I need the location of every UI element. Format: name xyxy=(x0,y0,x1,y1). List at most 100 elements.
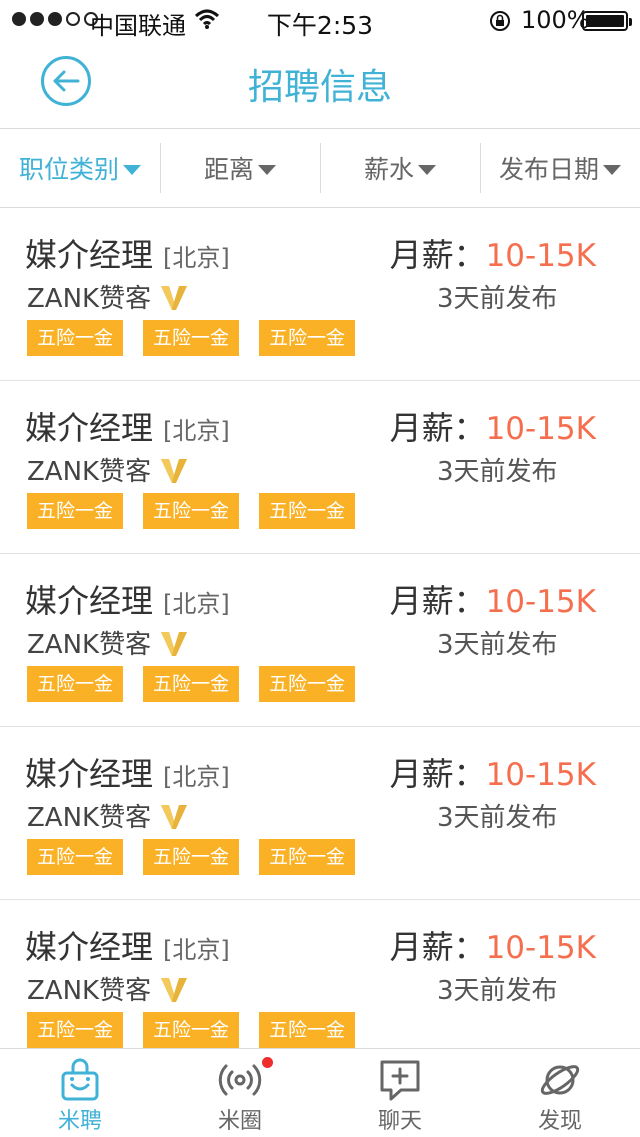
job-card[interactable]: 媒介经理 [北京] ZANK赞客 月薪：10-15K 3天前发布 五险一金 五险一… xyxy=(0,208,640,381)
posted-time: 3天前发布 xyxy=(437,630,558,660)
filter-label: 薪水 xyxy=(363,155,414,184)
tab-bar: 米聘 米圈 聊天 发现 xyxy=(0,1048,640,1137)
company-name: ZANK赞客 xyxy=(27,803,152,833)
salary-value: 10-15K xyxy=(485,238,596,274)
salary-label: 月薪： xyxy=(389,409,486,447)
salary-value: 10-15K xyxy=(485,411,596,447)
benefit-tags: 五险一金 五险一金 五险一金 xyxy=(27,493,356,529)
job-title: 媒介经理 xyxy=(25,755,154,793)
status-bar: 中国联通 下午2:53 100% xyxy=(0,0,640,40)
benefit-tag: 五险一金 xyxy=(259,320,356,356)
bag-icon xyxy=(61,1058,99,1101)
job-city: [北京] xyxy=(163,244,230,272)
benefit-tag: 五险一金 xyxy=(143,1012,240,1048)
job-card[interactable]: 媒介经理 [北京] ZANK赞客 月薪：10-15K 3天前发布 五险一金 五险一… xyxy=(0,727,640,900)
notification-dot xyxy=(262,1057,273,1068)
caret-down-icon xyxy=(123,164,141,175)
job-list[interactable]: 媒介经理 [北京] ZANK赞客 月薪：10-15K 3天前发布 五险一金 五险一… xyxy=(0,208,640,1048)
company-row: ZANK赞客 xyxy=(27,797,189,834)
tab-label: 米聘 xyxy=(57,1109,102,1134)
job-title-row: 媒介经理 [北京] xyxy=(25,403,230,449)
job-title-row: 媒介经理 [北京] xyxy=(25,230,230,276)
filter-label: 发布日期 xyxy=(498,155,599,184)
company-name: ZANK赞客 xyxy=(27,457,152,487)
broadcast-icon xyxy=(218,1064,262,1096)
salary-value: 10-15K xyxy=(485,757,596,793)
tab-label: 聊天 xyxy=(377,1109,422,1134)
tab-chat[interactable]: 聊天 xyxy=(320,1049,480,1137)
job-city: [北京] xyxy=(163,936,230,964)
nav-header: 招聘信息 xyxy=(0,40,640,129)
tab-mipin[interactable]: 米聘 xyxy=(0,1049,160,1137)
job-city: [北京] xyxy=(163,590,230,618)
salary-value: 10-15K xyxy=(485,584,596,620)
tab-label: 发现 xyxy=(537,1109,582,1134)
benefit-tag: 五险一金 xyxy=(259,493,356,529)
company-name: ZANK赞客 xyxy=(27,976,152,1006)
filter-bar: 职位类别 距离 薪水 发布日期 xyxy=(0,129,640,208)
salary-row: 月薪：10-15K xyxy=(390,403,596,449)
benefit-tags: 五险一金 五险一金 五险一金 xyxy=(27,666,356,702)
battery-percentage: 100% xyxy=(521,6,590,34)
verified-v-icon xyxy=(161,631,188,656)
company-name: ZANK赞客 xyxy=(27,284,152,314)
benefit-tag: 五险一金 xyxy=(143,839,240,875)
benefit-tag: 五险一金 xyxy=(143,320,240,356)
salary-label: 月薪： xyxy=(389,928,486,966)
job-title: 媒介经理 xyxy=(25,236,154,274)
job-city: [北京] xyxy=(163,417,230,445)
posted-time: 3天前发布 xyxy=(437,803,558,833)
benefit-tag: 五险一金 xyxy=(27,320,124,356)
company-row: ZANK赞客 xyxy=(27,624,189,661)
posted-time: 3天前发布 xyxy=(437,457,558,487)
benefit-tag: 五险一金 xyxy=(143,666,240,702)
caret-down-icon xyxy=(603,164,621,175)
filter-label: 距离 xyxy=(203,155,254,184)
benefit-tags: 五险一金 五险一金 五险一金 xyxy=(27,1012,356,1048)
job-card[interactable]: 媒介经理 [北京] ZANK赞客 月薪：10-15K 3天前发布 五险一金 五险一… xyxy=(0,900,640,1048)
salary-label: 月薪： xyxy=(389,582,486,620)
chat-plus-icon xyxy=(380,1060,420,1101)
job-card[interactable]: 媒介经理 [北京] ZANK赞客 月薪：10-15K 3天前发布 五险一金 五险一… xyxy=(0,554,640,727)
posted-time: 3天前发布 xyxy=(437,976,558,1006)
salary-value: 10-15K xyxy=(485,930,596,966)
filter-job-category[interactable]: 职位类别 xyxy=(0,129,160,207)
company-row: ZANK赞客 xyxy=(27,970,189,1007)
benefit-tags: 五险一金 五险一金 五险一金 xyxy=(27,839,356,875)
rotation-lock-icon xyxy=(490,11,510,31)
verified-v-icon xyxy=(161,804,188,829)
salary-row: 月薪：10-15K xyxy=(390,922,596,968)
job-title: 媒介经理 xyxy=(25,928,154,966)
verified-v-icon xyxy=(161,458,188,483)
benefit-tag: 五险一金 xyxy=(27,1012,124,1048)
filter-label: 职位类别 xyxy=(18,155,119,184)
job-title: 媒介经理 xyxy=(25,409,154,447)
benefit-tag: 五险一金 xyxy=(143,493,240,529)
benefit-tag: 五险一金 xyxy=(259,839,356,875)
filter-salary[interactable]: 薪水 xyxy=(320,129,480,207)
salary-row: 月薪：10-15K xyxy=(390,576,596,622)
benefit-tags: 五险一金 五险一金 五险一金 xyxy=(27,320,356,356)
verified-v-icon xyxy=(161,977,188,1002)
filter-publish-date[interactable]: 发布日期 xyxy=(480,129,640,207)
salary-label: 月薪： xyxy=(389,755,486,793)
benefit-tag: 五险一金 xyxy=(259,666,356,702)
tab-discover[interactable]: 发现 xyxy=(480,1049,640,1137)
verified-v-icon xyxy=(161,285,188,310)
salary-row: 月薪：10-15K xyxy=(390,749,596,795)
tab-miquan[interactable]: 米圈 xyxy=(160,1049,320,1137)
tab-label: 米圈 xyxy=(217,1109,262,1134)
salary-row: 月薪：10-15K xyxy=(390,230,596,276)
filter-distance[interactable]: 距离 xyxy=(160,129,320,207)
battery-icon xyxy=(582,11,632,31)
company-row: ZANK赞客 xyxy=(27,451,189,488)
job-card[interactable]: 媒介经理 [北京] ZANK赞客 月薪：10-15K 3天前发布 五险一金 五险一… xyxy=(0,381,640,554)
job-title-row: 媒介经理 [北京] xyxy=(25,576,230,622)
benefit-tag: 五险一金 xyxy=(27,839,124,875)
job-city: [北京] xyxy=(163,763,230,791)
planet-icon xyxy=(540,1065,580,1095)
salary-label: 月薪： xyxy=(389,236,486,274)
benefit-tag: 五险一金 xyxy=(27,666,124,702)
job-title-row: 媒介经理 [北京] xyxy=(25,922,230,968)
caret-down-icon xyxy=(418,164,436,175)
